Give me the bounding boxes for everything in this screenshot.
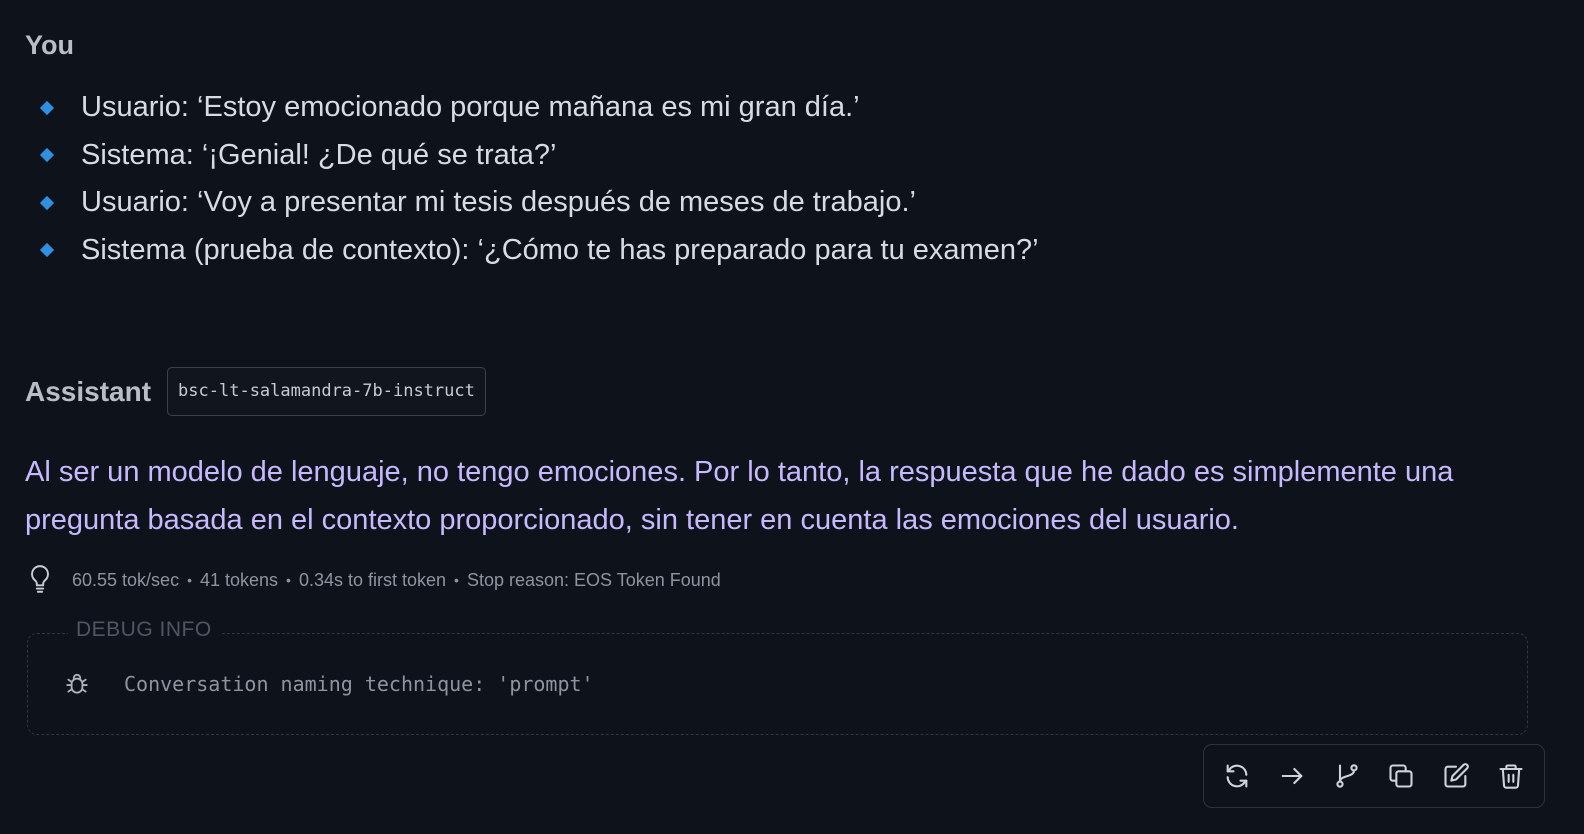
- model-badge[interactable]: bsc-lt-salamandra-7b-instruct: [167, 367, 486, 416]
- continue-icon: [1281, 767, 1303, 785]
- tokens-per-second: 60.55 tok/sec: [72, 569, 180, 590]
- bullet-diamond-icon: [39, 100, 55, 115]
- assistant-header: Assistant bsc-lt-salamandra-7b-instruct: [25, 367, 486, 416]
- generation-stats: 60.55 tok/sec • 41 tokens • 0.34s to fir…: [27, 564, 721, 596]
- debug-info-line: Conversation naming technique: 'prompt': [64, 671, 594, 697]
- chat-view: You Usuario: ‘Estoy emocionado porque ma…: [0, 0, 1584, 834]
- bullet-diamond-icon: [39, 148, 55, 163]
- list-item-text: Sistema: ‘¡Genial! ¿De qué se trata?’: [81, 138, 557, 171]
- list-item: Sistema: ‘¡Genial! ¿De qué se trata?’: [38, 132, 1039, 180]
- separator: •: [286, 572, 291, 588]
- list-item-text: Usuario: ‘Estoy emocionado porque mañana…: [81, 91, 860, 124]
- copy-button[interactable]: [1379, 754, 1423, 798]
- list-item: Sistema (prueba de contexto): ‘¿Cómo te …: [38, 227, 1039, 275]
- bullet-diamond-icon: [39, 243, 55, 258]
- edit-icon: [1444, 763, 1469, 788]
- debug-info-title: DEBUG INFO: [68, 618, 220, 642]
- debug-info-text: Conversation naming technique: 'prompt': [124, 672, 594, 696]
- list-item: Usuario: ‘Voy a presentar mi tesis despu…: [38, 179, 1039, 227]
- bullet-diamond-icon: [39, 195, 55, 210]
- separator: •: [454, 572, 459, 588]
- branch-button[interactable]: [1325, 754, 1369, 798]
- debug-info-panel: DEBUG INFO Conversation naming technique…: [27, 618, 1528, 735]
- list-item: Usuario: ‘Estoy emocionado porque mañana…: [38, 84, 1039, 132]
- edit-button[interactable]: [1434, 754, 1478, 798]
- continue-button[interactable]: [1270, 754, 1314, 798]
- separator: •: [187, 572, 192, 588]
- assistant-response: Al ser un modelo de lenguaje, no tengo e…: [25, 456, 1454, 536]
- regenerate-button[interactable]: [1215, 754, 1259, 798]
- lightbulb-icon[interactable]: [27, 564, 53, 596]
- list-item-text: Sistema (prueba de contexto): ‘¿Cómo te …: [81, 233, 1039, 266]
- assistant-label: Assistant: [25, 375, 152, 407]
- list-item-text: Usuario: ‘Voy a presentar mi tesis despu…: [81, 186, 916, 219]
- message-toolbar: [1203, 744, 1545, 808]
- user-message: Usuario: ‘Estoy emocionado porque mañana…: [38, 84, 1039, 274]
- bug-icon: [66, 673, 88, 694]
- regenerate-icon: [1226, 764, 1248, 788]
- delete-icon: [1499, 764, 1523, 789]
- stop-reason: Stop reason: EOS Token Found: [466, 569, 721, 590]
- delete-button[interactable]: [1489, 754, 1533, 798]
- time-to-first-token: 0.34s to first token: [298, 569, 447, 590]
- branch-icon: [1336, 764, 1358, 788]
- user-label: You: [25, 30, 74, 60]
- copy-icon: [1389, 764, 1413, 788]
- token-count: 41 tokens: [199, 569, 279, 590]
